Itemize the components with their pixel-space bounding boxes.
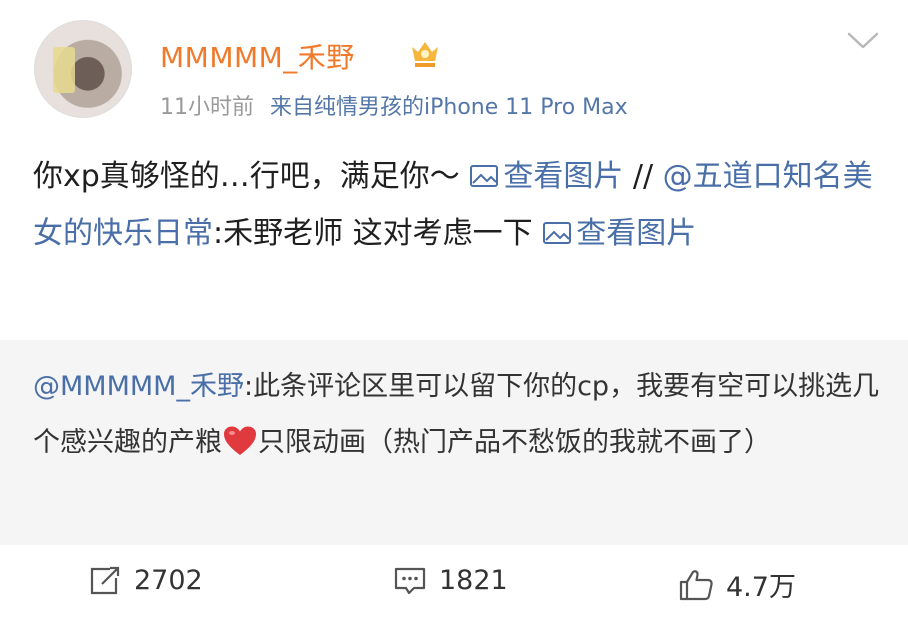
repost-mention-link[interactable]: @MMMMM_禾野 xyxy=(33,371,244,402)
post-meta: 11小时前 来自纯情男孩的iPhone 11 Pro Max xyxy=(160,89,628,121)
avatar[interactable] xyxy=(34,20,132,118)
comment-count: 1821 xyxy=(439,565,508,596)
like-count: 4.7万 xyxy=(726,572,796,603)
view-image-link-1[interactable]: 查看图片 xyxy=(469,159,623,194)
view-image-label-2: 查看图片 xyxy=(576,216,697,251)
username[interactable]: MMMMM_禾野 xyxy=(160,36,355,76)
heart-icon xyxy=(224,426,256,455)
post-content: 你xp真够怪的…行吧，满足你～ 查看图片 // @五道口知名美女的快乐日常:禾野… xyxy=(33,148,883,262)
view-image-label-1: 查看图片 xyxy=(503,159,624,194)
post-text-after: :禾野老师 这对考虑一下 xyxy=(213,216,533,251)
image-icon xyxy=(470,165,499,187)
repost-count: 2702 xyxy=(134,565,203,596)
reposted-content[interactable]: @MMMMM_禾野:此条评论区里可以留下你的cp，我要有空可以挑选几个感兴趣的产… xyxy=(0,340,908,545)
image-icon xyxy=(543,222,572,244)
chevron-down-icon[interactable] xyxy=(846,30,880,52)
repost-separator: // xyxy=(623,159,654,194)
post-source[interactable]: 纯情男孩的iPhone 11 Pro Max xyxy=(314,95,628,120)
comment-button[interactable]: 1821 xyxy=(393,565,508,596)
view-image-link-2[interactable]: 查看图片 xyxy=(542,216,696,251)
like-icon xyxy=(679,569,713,600)
post-text: 你xp真够怪的…行吧，满足你～ xyxy=(33,159,460,194)
repost-text: @MMMMM_禾野:此条评论区里可以留下你的cp，我要有空可以挑选几个感兴趣的产… xyxy=(33,359,883,471)
repost-button[interactable]: 2702 xyxy=(88,565,203,596)
like-button[interactable]: 4.7万 xyxy=(678,565,796,604)
repost-icon xyxy=(90,566,120,594)
comment-icon xyxy=(394,567,426,594)
repost-text-part2: 只限动画（热门产品不愁饭的我就不画了） xyxy=(258,427,771,458)
vip-badge-icon xyxy=(412,42,438,67)
action-bar: 2702 1821 4.7万 xyxy=(0,545,908,629)
avatar-blur-mark xyxy=(53,47,75,93)
post-time: 11小时前 xyxy=(160,95,254,120)
post-source-prefix: 来自 xyxy=(270,95,315,120)
weibo-post: MMMMM_禾野 11小时前 来自纯情男孩的iPhone 11 Pro Max 你… xyxy=(0,0,908,629)
